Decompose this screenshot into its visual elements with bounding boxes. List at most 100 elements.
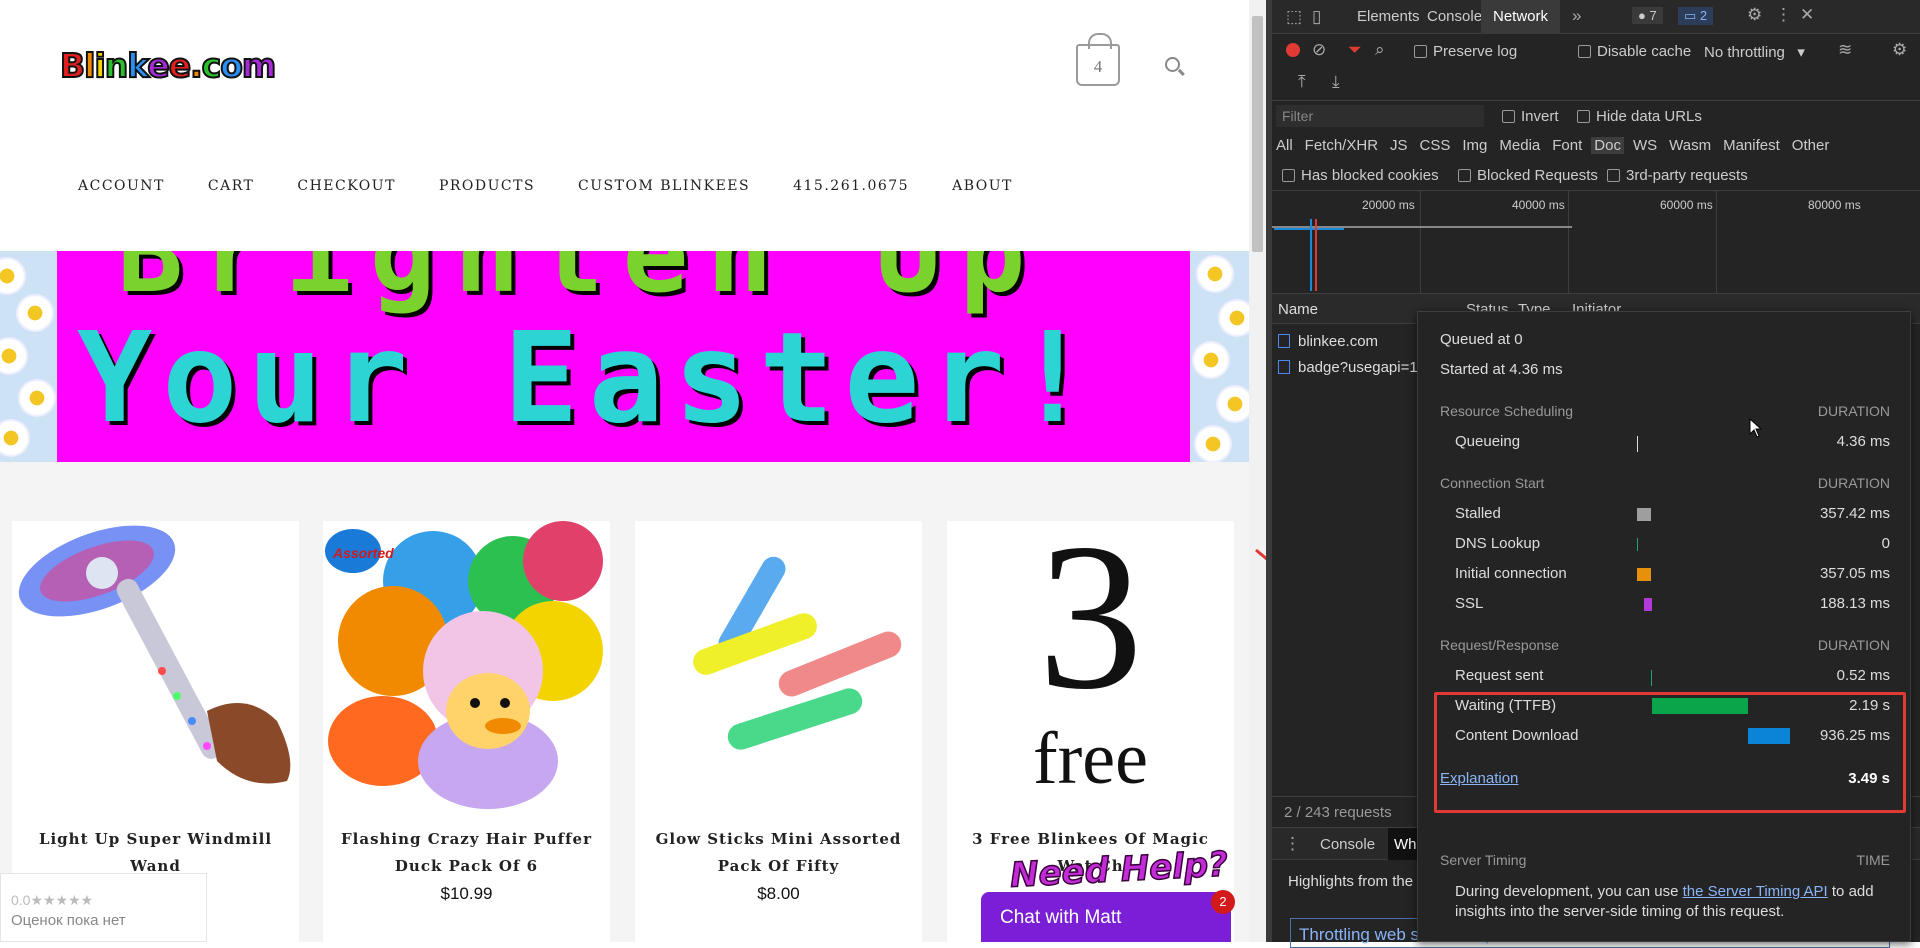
search-icon[interactable]: ⌕ [1375, 40, 1385, 60]
nav-phone[interactable]: 415.261.0675 [793, 178, 909, 194]
more-options-icon[interactable]: ⋮ [1775, 5, 1792, 25]
product-title[interactable]: Light Up Super Windmill Wand [22, 826, 289, 880]
clear-icon[interactable]: ⊘ [1312, 40, 1326, 60]
inspect-element-icon[interactable]: ⬚ [1286, 7, 1302, 27]
banner-line-2: Your Easter! [77, 306, 1101, 451]
request-sent-bar [1651, 670, 1652, 686]
rating-badge[interactable]: 0.0★★★★★ Оценок пока нет [0, 873, 207, 942]
banner-background: Brighten Up Your Easter! [57, 251, 1190, 462]
network-toolbar: ⊘ ⏷ ⌕ Preserve log Disable cache No thro… [1272, 34, 1920, 101]
product-card[interactable]: Glow Sticks Mini Assorted Pack Of Fifty $… [635, 521, 922, 942]
type-filter-js[interactable]: JS [1390, 137, 1408, 154]
filter-input[interactable]: Filter [1276, 105, 1484, 127]
timing-row-ssl: SSL 188.13 ms [1455, 595, 1890, 612]
daisy-border-left [0, 251, 57, 462]
product-title[interactable]: Glow Sticks Mini Assorted Pack Of Fifty [645, 826, 912, 880]
device-toolbar-icon[interactable]: ▯ [1312, 7, 1321, 27]
nav-checkout[interactable]: CHECKOUT [297, 178, 396, 194]
timing-row-queueing: Queueing 4.36 ms [1455, 433, 1890, 452]
ssl-bar [1644, 598, 1652, 611]
timing-row-request-sent: Request sent 0.52 ms [1455, 667, 1890, 686]
more-tabs-icon[interactable]: » [1572, 6, 1581, 26]
network-conditions-icon[interactable]: ≋ [1838, 40, 1852, 60]
type-filter-wasm[interactable]: Wasm [1669, 137, 1711, 154]
third-party-checkbox[interactable]: 3rd-party requests [1607, 167, 1748, 184]
overview-timeline[interactable]: 20000 ms 40000 ms 60000 ms 80000 ms [1272, 191, 1920, 294]
import-har-icon[interactable]: ⤒ [1298, 72, 1306, 92]
product-price: $10.99 [440, 884, 493, 903]
server-timing-text: During development, you can use the Serv… [1455, 883, 1874, 920]
nav-custom-blinkees[interactable]: CUSTOM BLINKEES [578, 178, 750, 194]
blocked-requests-checkbox[interactable]: Blocked Requests [1458, 167, 1598, 184]
column-name[interactable]: Name [1278, 301, 1318, 318]
product-image-puffer-ducks[interactable]: Assorted [323, 521, 610, 811]
cart-bag-icon[interactable]: 4 [1076, 33, 1120, 86]
type-filter-css[interactable]: CSS [1420, 137, 1451, 154]
tab-network[interactable]: Network [1481, 0, 1561, 34]
request-row[interactable]: badge?usegapi=1 [1278, 359, 1418, 376]
product-image-windmill-wand[interactable] [12, 521, 299, 811]
section-connection-start: Connection Start DURATION [1440, 475, 1890, 491]
rating-stars: 0.0★★★★★ [11, 892, 94, 908]
easter-banner[interactable]: Brighten Up Your Easter! [0, 251, 1249, 462]
tab-console[interactable]: Console [1427, 8, 1482, 25]
started-at: Started at 4.36 ms [1440, 361, 1563, 378]
type-filter-all[interactable]: All [1276, 137, 1293, 154]
close-icon[interactable]: ✕ [1800, 5, 1814, 25]
hide-data-urls-checkbox[interactable]: Hide data URLs [1577, 108, 1702, 125]
scrollbar-thumb[interactable] [1252, 16, 1263, 252]
nav-about[interactable]: ABOUT [952, 178, 1013, 194]
type-filter-fetch[interactable]: Fetch/XHR [1305, 137, 1378, 154]
drawer-menu-icon[interactable]: ⋮ [1284, 834, 1301, 854]
page-scrollbar[interactable] [1249, 0, 1266, 942]
product-card[interactable]: Assorted Flashing Crazy Hair Puffer Duck … [323, 521, 610, 942]
assorted-tag: Assorted [332, 545, 394, 561]
initial-connection-bar [1637, 568, 1651, 581]
section-resource-scheduling: Resource Scheduling DURATION [1440, 403, 1890, 419]
product-image-3-free[interactable]: 3 free [947, 521, 1234, 811]
type-filter-other[interactable]: Other [1792, 137, 1830, 154]
disable-cache-checkbox[interactable]: Disable cache [1578, 43, 1691, 60]
preserve-log-checkbox[interactable]: Preserve log [1414, 43, 1517, 60]
export-har-icon[interactable]: ⤓ [1332, 72, 1340, 92]
settings-gear-icon[interactable]: ⚙ [1747, 5, 1762, 25]
search-icon[interactable] [1165, 57, 1180, 72]
chat-button[interactable]: Chat with Matt [981, 892, 1231, 942]
site-header: Blinkee.com 4 ACCOUNT CART CHECKOUT PROD… [0, 0, 1249, 252]
type-filter-manifest[interactable]: Manifest [1723, 137, 1780, 154]
timing-row-initial-connection: Initial connection 357.05 ms [1455, 565, 1890, 582]
dns-bar [1637, 538, 1638, 551]
nav-cart[interactable]: CART [208, 178, 254, 194]
queueing-bar [1637, 436, 1638, 452]
type-filter-doc[interactable]: Doc [1591, 137, 1624, 154]
timeline-tick: 20000 ms [1362, 198, 1415, 212]
server-timing-api-link[interactable]: the Server Timing API [1683, 883, 1828, 900]
message-count[interactable]: ▭ 2 [1678, 7, 1714, 25]
nav-products[interactable]: PRODUCTS [439, 178, 535, 194]
site-logo[interactable]: Blinkee.com [59, 45, 277, 86]
product-title[interactable]: Flashing Crazy Hair Puffer Duck Pack Of 6 [333, 826, 600, 880]
filter-icon[interactable]: ⏷ [1348, 40, 1362, 60]
blocked-cookies-checkbox[interactable]: Has blocked cookies [1282, 167, 1439, 184]
product-price: $8.00 [757, 884, 800, 903]
main-nav: ACCOUNT CART CHECKOUT PRODUCTS CUSTOM BL… [78, 178, 1056, 194]
warning-count[interactable]: ● 7 [1632, 7, 1663, 24]
drawer-tab-console[interactable]: Console [1320, 836, 1375, 853]
network-settings-icon[interactable]: ⚙ [1892, 40, 1907, 60]
drawer-highlights-text: Highlights from the [1288, 873, 1414, 890]
tab-elements[interactable]: Elements [1357, 8, 1420, 25]
highlight-box [1434, 692, 1906, 813]
record-icon[interactable] [1286, 43, 1300, 57]
type-filter-img[interactable]: Img [1462, 137, 1487, 154]
section-request-response: Request/Response DURATION [1440, 637, 1890, 653]
invert-checkbox[interactable]: Invert [1502, 108, 1559, 125]
request-row[interactable]: blinkee.com [1278, 333, 1378, 350]
nav-account[interactable]: ACCOUNT [78, 178, 165, 194]
product-image-glow-sticks[interactable] [635, 521, 922, 811]
type-filter-ws[interactable]: WS [1633, 137, 1657, 154]
type-filter-media[interactable]: Media [1499, 137, 1540, 154]
section-server-timing: Server Timing TIME [1440, 852, 1890, 868]
cart-count: 4 [1093, 57, 1103, 76]
throttling-select[interactable]: No throttling ▾ [1704, 43, 1805, 61]
type-filter-font[interactable]: Font [1552, 137, 1582, 154]
